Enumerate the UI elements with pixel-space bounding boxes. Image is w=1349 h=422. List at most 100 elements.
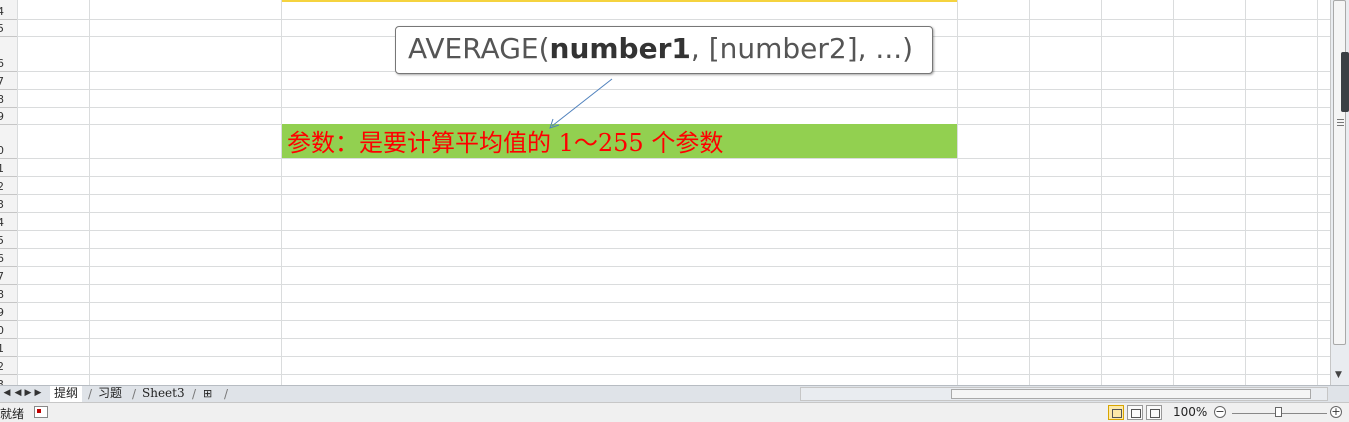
row-number[interactable]: 6 xyxy=(0,253,17,265)
row-number[interactable]: 0 xyxy=(0,145,17,157)
row-header-line xyxy=(0,212,17,213)
zoom-level[interactable]: 100% xyxy=(1173,405,1207,419)
row-number[interactable]: 5 xyxy=(0,23,17,35)
row-line xyxy=(18,89,1330,90)
scroll-grip xyxy=(1337,119,1344,120)
column-line xyxy=(957,0,958,385)
row-header-line xyxy=(0,320,17,321)
tab-separator: / xyxy=(132,387,137,401)
row-header-line xyxy=(0,338,17,339)
column-line xyxy=(89,0,90,385)
row-header-line xyxy=(0,302,17,303)
row-line xyxy=(18,19,1330,20)
tab-separator: / xyxy=(192,387,197,401)
vertical-scrollbar[interactable]: ▼ xyxy=(1330,0,1349,385)
zoom-in-icon[interactable]: + xyxy=(1330,406,1342,418)
row-number[interactable]: 2 xyxy=(0,181,17,193)
row-number[interactable]: 3 xyxy=(0,199,17,211)
scroll-down-icon[interactable]: ▼ xyxy=(1335,370,1342,380)
row-header: 45678901234567890123 xyxy=(0,0,18,385)
row-line xyxy=(18,374,1330,375)
row-line xyxy=(18,284,1330,285)
row-header-line xyxy=(0,176,17,177)
row-header-line xyxy=(0,356,17,357)
tab-separator: / xyxy=(88,387,93,401)
row-number[interactable]: 9 xyxy=(0,307,17,319)
last-sheet-icon[interactable]: ▶ xyxy=(33,388,43,398)
horizontal-scrollbar[interactable] xyxy=(800,387,1328,401)
tab-sheet-2[interactable]: 习题 xyxy=(94,386,126,402)
row-line xyxy=(18,194,1330,195)
prev-sheet-icon[interactable]: ◀ xyxy=(13,388,23,398)
row-number[interactable]: 1 xyxy=(0,343,17,355)
row-number[interactable]: 5 xyxy=(0,235,17,247)
normal-view-button[interactable] xyxy=(1108,405,1124,420)
row-header-line xyxy=(0,107,17,108)
status-bar: 就绪 100% − + xyxy=(0,402,1349,422)
row-line xyxy=(18,266,1330,267)
column-line xyxy=(1245,0,1246,385)
row-number[interactable]: 2 xyxy=(0,361,17,373)
insert-sheet-icon[interactable]: ⊞ xyxy=(199,386,216,402)
row-line xyxy=(18,338,1330,339)
tooltip-prefix: AVERAGE( xyxy=(408,32,550,65)
row-header-line xyxy=(0,19,17,20)
tab-separator: / xyxy=(224,387,229,401)
worksheet-grid[interactable]: 45678901234567890123 参数：是要计算平均值的 1～255 个… xyxy=(0,0,1330,385)
row-number[interactable]: 8 xyxy=(0,94,17,106)
row-line xyxy=(18,230,1330,231)
row-header-line xyxy=(0,266,17,267)
scroll-grip xyxy=(1337,122,1344,123)
row-number[interactable]: 6 xyxy=(0,58,17,70)
zoom-out-icon[interactable]: − xyxy=(1214,406,1226,418)
page-layout-view-button[interactable] xyxy=(1127,405,1143,420)
row-line xyxy=(18,176,1330,177)
row-header-line xyxy=(0,89,17,90)
row-header-line xyxy=(0,230,17,231)
page-break-view-button[interactable] xyxy=(1146,405,1162,420)
row-header-line xyxy=(0,374,17,375)
function-tooltip: AVERAGE(number1, [number2], ...) xyxy=(395,26,933,74)
tooltip-rest: , [number2], ...) xyxy=(690,32,914,65)
row-number[interactable]: 9 xyxy=(0,111,17,123)
column-line xyxy=(281,0,282,385)
column-line xyxy=(17,0,18,385)
horizontal-scroll-thumb[interactable] xyxy=(951,389,1311,399)
macro-record-icon[interactable] xyxy=(34,406,48,418)
tab-sheet-3[interactable]: Sheet3 xyxy=(138,386,189,402)
row-number[interactable]: 0 xyxy=(0,325,17,337)
scroll-grip xyxy=(1337,125,1344,126)
column-line xyxy=(1029,0,1030,385)
callout-arrow xyxy=(549,78,613,129)
row-number[interactable]: 7 xyxy=(0,76,17,88)
row-header-line xyxy=(0,158,17,159)
row-line xyxy=(18,302,1330,303)
status-ready: 就绪 xyxy=(0,407,25,421)
row-header-line xyxy=(0,284,17,285)
row-line xyxy=(18,248,1330,249)
column-line xyxy=(1173,0,1174,385)
row-number[interactable]: 4 xyxy=(0,6,17,18)
row-number[interactable]: 4 xyxy=(0,217,17,229)
row-number[interactable]: 7 xyxy=(0,271,17,283)
next-sheet-icon[interactable]: ▶ xyxy=(23,388,33,398)
note-text: 参数：是要计算平均值的 1～255 个参数 xyxy=(287,129,724,157)
split-handle[interactable] xyxy=(1341,52,1349,112)
row-header-line xyxy=(0,124,17,125)
row-number[interactable]: 8 xyxy=(0,289,17,301)
row-line xyxy=(18,356,1330,357)
row-header-line xyxy=(0,248,17,249)
selection-border xyxy=(282,0,957,2)
column-line xyxy=(1317,0,1318,385)
row-header-line xyxy=(0,36,17,37)
row-line xyxy=(18,212,1330,213)
first-sheet-icon[interactable]: ◀ xyxy=(2,388,12,398)
sheet-tab-bar: ◀ ◀ ▶ ▶ 提纲 / 习题 / Sheet3 / ⊞ / xyxy=(0,385,1349,404)
row-number[interactable]: 1 xyxy=(0,163,17,175)
row-header-line xyxy=(0,71,17,72)
row-line xyxy=(18,320,1330,321)
tooltip-bold-arg: number1 xyxy=(549,32,691,65)
zoom-slider-thumb[interactable] xyxy=(1275,407,1282,417)
column-line xyxy=(1101,0,1102,385)
row-header-line xyxy=(0,194,17,195)
